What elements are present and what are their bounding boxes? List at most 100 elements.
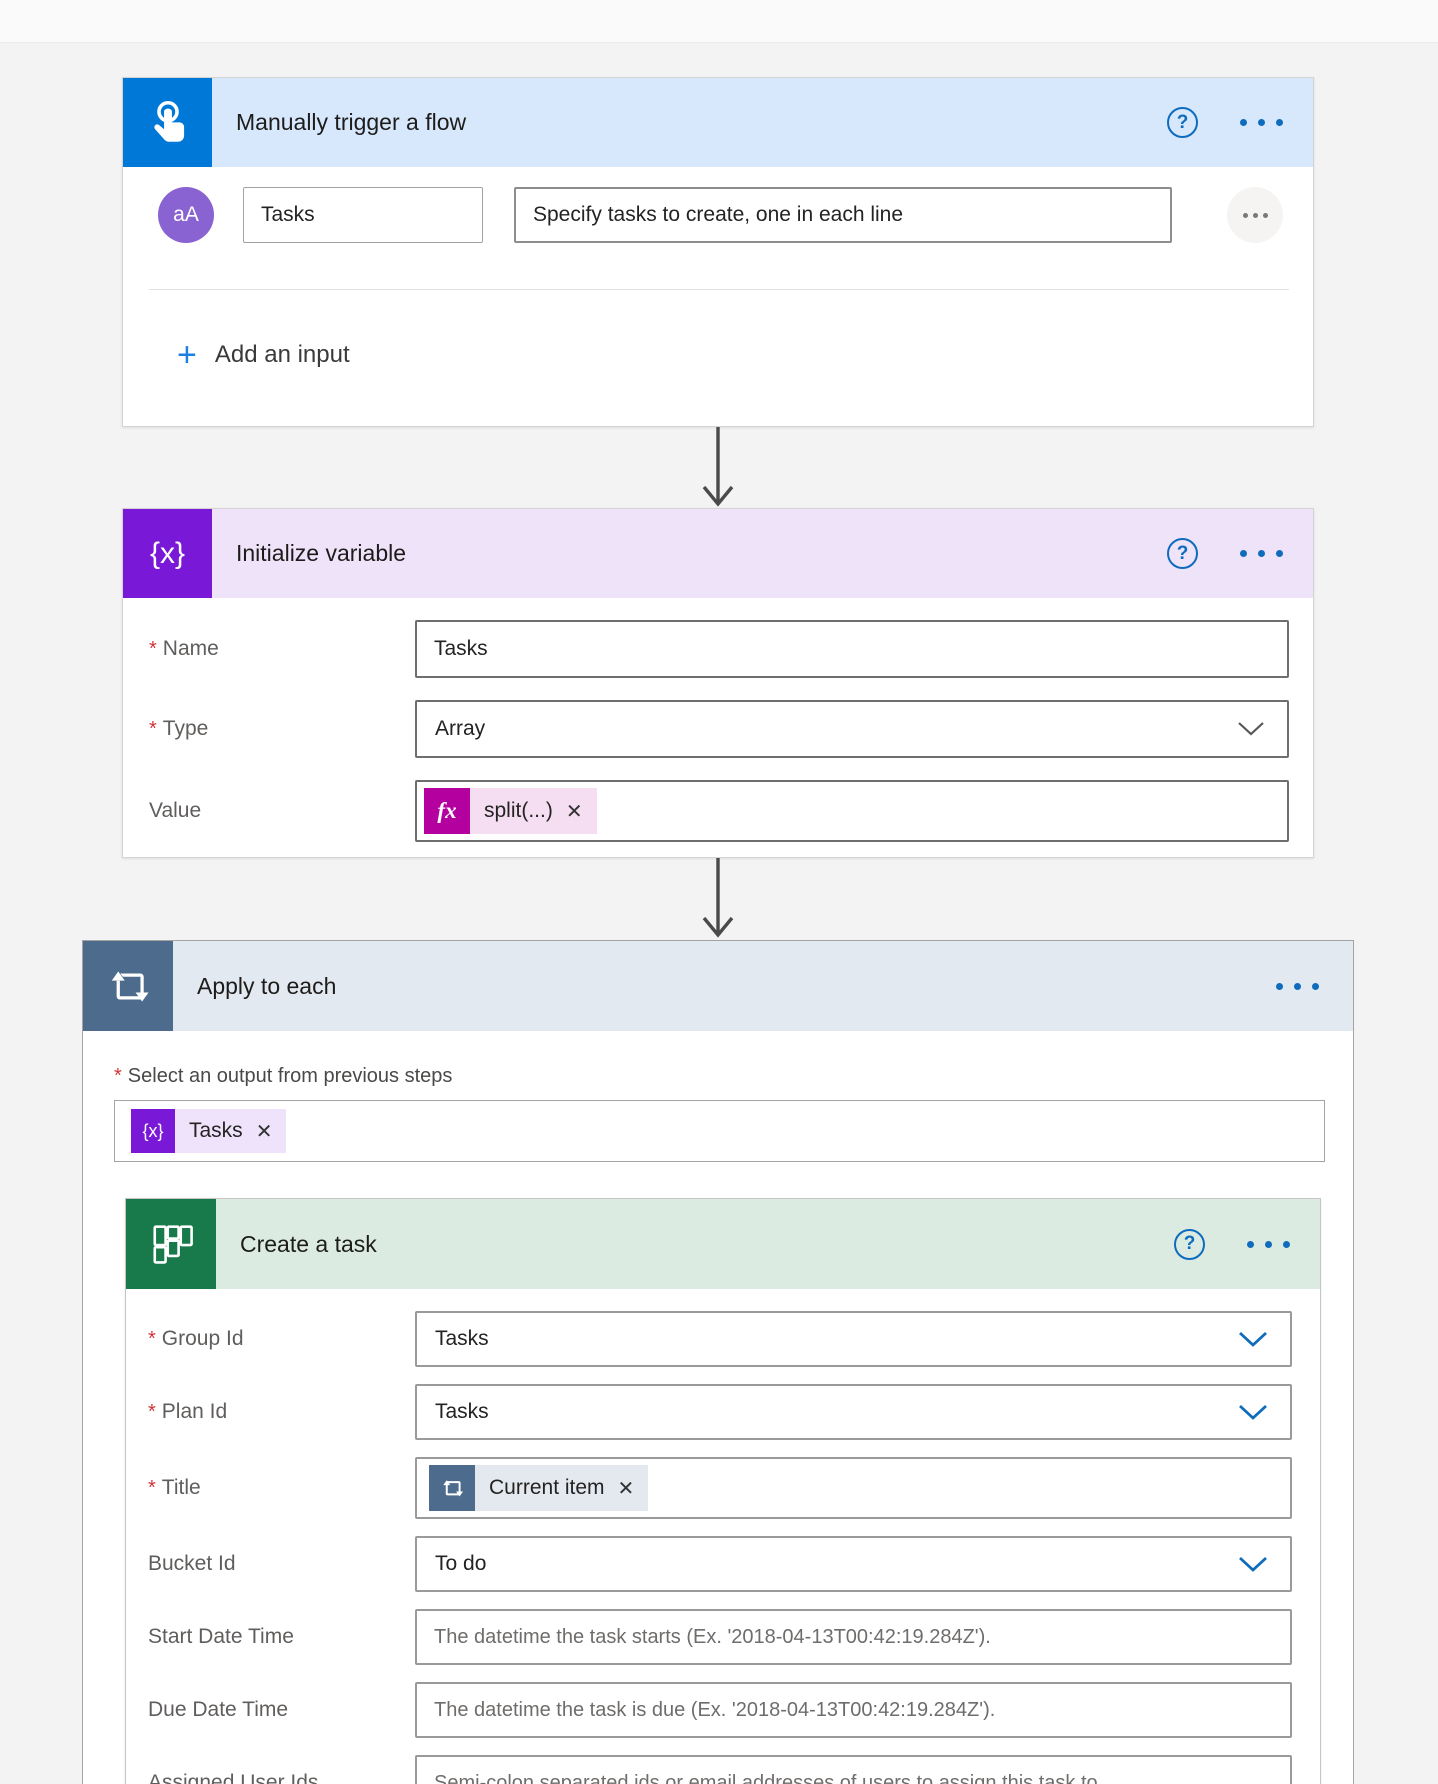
select-output-label: *Select an output from previous steps — [114, 1065, 1325, 1088]
title-label: *Title — [148, 1476, 415, 1500]
manual-trigger-icon — [123, 78, 212, 167]
group-id-dropdown[interactable]: Tasks — [415, 1311, 1292, 1367]
variable-type-value: Array — [417, 717, 485, 741]
apply-menu-ellipsis-icon[interactable] — [1276, 983, 1319, 990]
flow-arrow-icon — [701, 427, 735, 509]
start-date-label: Start Date Time — [148, 1625, 415, 1649]
apply-to-each-header[interactable]: Apply to each — [83, 941, 1353, 1031]
trigger-card-divider — [149, 289, 1289, 290]
create-task-header[interactable]: Create a task ? — [126, 1199, 1320, 1289]
due-date-label: Due Date Time — [148, 1698, 415, 1722]
bucket-id-value: To do — [417, 1552, 486, 1576]
chevron-down-icon — [1238, 1556, 1268, 1573]
trigger-card-title: Manually trigger a flow — [236, 109, 466, 136]
remove-token-close-icon[interactable]: ✕ — [618, 1476, 635, 1501]
add-input-button[interactable]: + Add an input — [177, 338, 350, 372]
variable-type-label: *Type — [149, 717, 415, 741]
variable-name-label: *Name — [149, 637, 415, 661]
title-row: *Title — [148, 1457, 1292, 1519]
add-input-label: Add an input — [215, 341, 350, 369]
remove-token-close-icon[interactable]: ✕ — [566, 799, 583, 824]
current-item-loop-icon — [429, 1465, 475, 1511]
group-id-value: Tasks — [417, 1327, 489, 1351]
start-date-row: Start Date Time — [148, 1609, 1292, 1665]
variable-value-row: Value fx split(...) ✕ — [149, 780, 1289, 842]
variable-token-label: Tasks — [189, 1119, 243, 1143]
text-input-type-icon: aA — [158, 187, 214, 243]
start-date-input[interactable] — [417, 1611, 1290, 1663]
variable-name-input[interactable] — [417, 622, 1287, 676]
plus-icon: + — [177, 338, 197, 372]
loop-icon — [83, 941, 173, 1031]
current-item-token[interactable]: Current item ✕ — [429, 1465, 648, 1511]
initialize-menu-ellipsis-icon[interactable] — [1240, 550, 1283, 557]
trigger-card-header[interactable]: Manually trigger a flow ? — [123, 78, 1313, 167]
variable-token-icon: {x} — [131, 1109, 175, 1153]
input-name-field[interactable] — [243, 187, 483, 243]
plan-id-dropdown[interactable]: Tasks — [415, 1384, 1292, 1440]
expression-token-pill: split(...) ✕ — [470, 788, 597, 834]
apply-to-each-title: Apply to each — [197, 973, 336, 1000]
variable-type-row: *Type Array — [149, 700, 1289, 758]
flow-designer-canvas: Manually trigger a flow ? aA + Add an in… — [0, 0, 1438, 1784]
variable-icon: {x} — [123, 509, 212, 598]
group-id-label: *Group Id — [148, 1327, 415, 1351]
chevron-down-icon — [1237, 721, 1265, 737]
initialize-variable-title: Initialize variable — [236, 540, 406, 567]
due-date-input[interactable] — [417, 1684, 1290, 1736]
start-date-input-wrap — [415, 1609, 1292, 1665]
assigned-user-input[interactable] — [417, 1757, 1290, 1784]
required-marker: * — [114, 1065, 122, 1087]
bucket-id-label: Bucket Id — [148, 1552, 415, 1576]
chevron-down-icon — [1238, 1331, 1268, 1348]
required-marker: * — [149, 718, 157, 740]
trigger-input-row: aA — [158, 187, 1289, 243]
assigned-user-label: Assigned User Ids — [148, 1771, 415, 1784]
variable-name-input-wrap — [415, 620, 1289, 678]
required-marker: * — [148, 1401, 156, 1423]
plan-id-row: *Plan Id Tasks — [148, 1384, 1292, 1440]
initialize-help-icon[interactable]: ? — [1167, 538, 1198, 569]
touch-icon — [141, 96, 195, 150]
trigger-card: Manually trigger a flow ? aA + Add an in… — [122, 77, 1314, 427]
title-token-field[interactable]: Current item ✕ — [415, 1457, 1292, 1519]
variable-token[interactable]: {x} Tasks ✕ — [131, 1109, 286, 1153]
required-marker: * — [148, 1328, 156, 1350]
variable-value-field[interactable]: fx split(...) ✕ — [415, 780, 1289, 842]
apply-to-each-card: Apply to each *Select an output from pre… — [82, 940, 1354, 1784]
variable-value-label: Value — [149, 799, 415, 823]
trigger-help-icon[interactable]: ? — [1167, 107, 1198, 138]
trigger-menu-ellipsis-icon[interactable] — [1240, 119, 1283, 126]
expression-token[interactable]: fx split(...) ✕ — [424, 788, 597, 834]
due-date-row: Due Date Time — [148, 1682, 1292, 1738]
plan-id-label: *Plan Id — [148, 1400, 415, 1424]
bucket-id-row: Bucket Id To do — [148, 1536, 1292, 1592]
required-marker: * — [148, 1477, 156, 1499]
group-id-row: *Group Id Tasks — [148, 1311, 1292, 1367]
create-task-card: Create a task ? *Group Id Tasks — [125, 1198, 1321, 1784]
expression-token-label: split(...) — [484, 799, 553, 823]
current-item-token-label: Current item — [489, 1476, 605, 1500]
plan-id-value: Tasks — [417, 1400, 489, 1424]
due-date-input-wrap — [415, 1682, 1292, 1738]
input-description-field[interactable] — [514, 187, 1172, 243]
create-task-menu-ellipsis-icon[interactable] — [1247, 1241, 1290, 1248]
planner-icon — [126, 1199, 216, 1289]
flow-arrow-icon — [701, 858, 735, 940]
remove-token-close-icon[interactable]: ✕ — [256, 1119, 273, 1144]
assigned-user-row: Assigned User Ids — [148, 1755, 1292, 1784]
create-task-title: Create a task — [240, 1231, 377, 1258]
fx-icon: fx — [424, 788, 470, 834]
initialize-variable-card: {x} Initialize variable ? *Name *Type Ar… — [122, 508, 1314, 858]
variable-name-row: *Name — [149, 620, 1289, 678]
assigned-user-input-wrap — [415, 1755, 1292, 1784]
variable-token-pill: Tasks ✕ — [175, 1109, 286, 1153]
select-output-field[interactable]: {x} Tasks ✕ — [114, 1100, 1325, 1162]
variable-type-dropdown[interactable]: Array — [415, 700, 1289, 758]
input-row-menu-button[interactable] — [1227, 187, 1283, 243]
create-task-help-icon[interactable]: ? — [1174, 1229, 1205, 1260]
chevron-down-icon — [1238, 1404, 1268, 1421]
bucket-id-dropdown[interactable]: To do — [415, 1536, 1292, 1592]
current-item-token-pill: Current item ✕ — [475, 1465, 648, 1511]
initialize-variable-header[interactable]: {x} Initialize variable ? — [123, 509, 1313, 598]
